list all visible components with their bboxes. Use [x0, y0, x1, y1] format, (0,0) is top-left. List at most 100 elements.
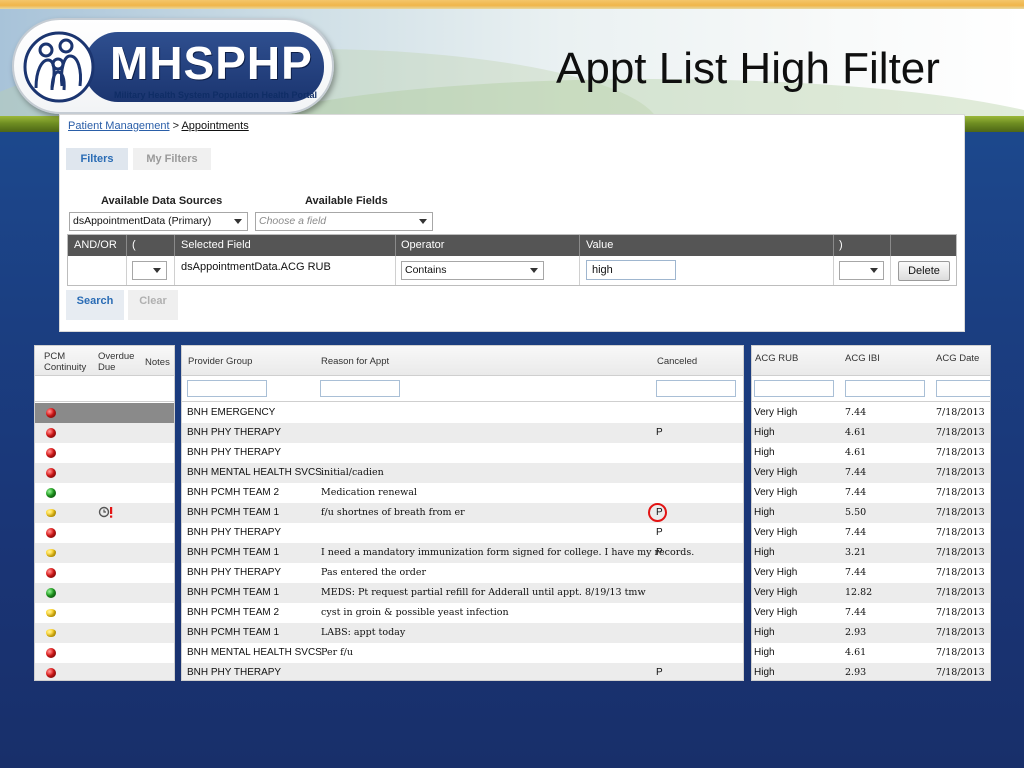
table-row[interactable]: High 2.93 7/18/2013 — [752, 663, 990, 680]
table-row[interactable]: BNH PCMH TEAM 2 cyst in groin & possible … — [182, 603, 743, 623]
header-canceled[interactable]: Canceled — [657, 356, 697, 367]
table-row[interactable]: BNH PCMH TEAM 2 Medication renewal — [182, 483, 743, 503]
chevron-down-icon — [530, 268, 538, 273]
field-select[interactable]: Choose a field — [255, 212, 433, 231]
pcm-continuity-green-icon — [46, 588, 56, 598]
table-row[interactable]: High 4.61 7/18/2013 — [752, 423, 990, 443]
table-row[interactable]: BNH PHY THERAPY Pas entered the order — [182, 563, 743, 583]
table-row[interactable]: BNH EMERGENCY — [182, 403, 743, 423]
header-acg-rub[interactable]: ACG RUB — [755, 353, 798, 364]
reason-cell: Per f/u — [321, 647, 353, 658]
table-row[interactable] — [35, 423, 174, 443]
table-row[interactable]: High 4.61 7/18/2013 — [752, 643, 990, 663]
table-row[interactable]: BNH PHY THERAPY P — [182, 423, 743, 443]
data-source-select[interactable]: dsAppointmentData (Primary) — [69, 212, 248, 231]
acg-ibi-cell: 7.44 — [845, 527, 867, 538]
clear-button[interactable]: Clear — [128, 290, 178, 320]
table-row[interactable]: Very High 7.44 7/18/2013 — [752, 563, 990, 583]
table-row[interactable]: BNH PCMH TEAM 1 MEDS: Pt request partial … — [182, 583, 743, 603]
header-overdue[interactable]: Overdue — [98, 351, 134, 362]
pcm-continuity-yellow-icon — [46, 509, 56, 517]
provider-group-cell: BNH PCMH TEAM 2 — [187, 487, 280, 498]
table-row[interactable] — [35, 523, 174, 543]
canceled-filter-input[interactable] — [656, 380, 736, 397]
table-row[interactable]: Very High 7.44 7/18/2013 — [752, 463, 990, 483]
header-pcm[interactable]: PCM — [44, 351, 65, 362]
operator-select[interactable]: Contains — [401, 261, 544, 280]
table-row[interactable]: BNH PCMH TEAM 1 f/u shortnes of breath fr… — [182, 503, 743, 523]
table-row[interactable]: BNH PHY THERAPY P — [182, 663, 743, 680]
table-row[interactable] — [35, 463, 174, 483]
acg-rub-cell: High — [754, 447, 775, 458]
breadcrumb-appointments[interactable]: Appointments — [181, 120, 248, 132]
search-button[interactable]: Search — [66, 290, 124, 320]
header-reason-for-appt[interactable]: Reason for Appt — [321, 356, 389, 367]
reason-cell: Pas entered the order — [321, 567, 427, 578]
breadcrumb-patient-management[interactable]: Patient Management — [68, 120, 170, 132]
header-acg-ibi[interactable]: ACG IBI — [845, 353, 880, 364]
clock-alert-icon[interactable] — [98, 505, 114, 519]
acg-rub-filter-input[interactable] — [754, 380, 834, 397]
table-row[interactable]: Very High 7.44 7/18/2013 — [752, 523, 990, 543]
status-grid: PCM Continuity Overdue Due Notes — [34, 345, 175, 681]
header-due[interactable]: Due — [98, 362, 115, 373]
available-data-sources-label: Available Data Sources — [101, 195, 223, 207]
pcm-continuity-red-icon — [46, 648, 56, 658]
acg-ibi-cell: 4.61 — [845, 427, 867, 438]
value-input[interactable] — [586, 260, 676, 280]
table-row[interactable]: Very High 7.44 7/18/2013 — [752, 603, 990, 623]
header-provider-group[interactable]: Provider Group — [188, 356, 252, 367]
table-row[interactable]: BNH PHY THERAPY P — [182, 523, 743, 543]
col-operator: Operator — [401, 239, 445, 251]
pcm-continuity-yellow-icon — [46, 609, 56, 617]
table-row[interactable]: BNH MENTAL HEALTH SVCS initial/cadien — [182, 463, 743, 483]
table-row[interactable] — [35, 443, 174, 463]
slide-title: Appt List High Filter — [556, 44, 940, 93]
table-row[interactable] — [35, 603, 174, 623]
table-row[interactable]: High 3.21 7/18/2013 — [752, 543, 990, 563]
table-row[interactable] — [35, 663, 174, 680]
table-row[interactable] — [35, 623, 174, 643]
acg-rub-cell: High — [754, 547, 775, 558]
table-row[interactable] — [35, 563, 174, 583]
table-row[interactable]: Very High 7.44 7/18/2013 — [752, 403, 990, 423]
acg-date-filter-input[interactable] — [936, 380, 990, 397]
reason-filter-input[interactable] — [320, 380, 400, 397]
table-row[interactable]: High 5.50 7/18/2013 — [752, 503, 990, 523]
header-continuity[interactable]: Continuity — [44, 362, 86, 373]
acg-rub-cell: Very High — [754, 567, 798, 578]
table-row[interactable]: BNH PCMH TEAM 1 I need a mandatory immuni… — [182, 543, 743, 563]
table-row[interactable]: BNH PHY THERAPY — [182, 443, 743, 463]
header-acg-date[interactable]: ACG Date — [936, 353, 979, 364]
available-fields-label: Available Fields — [305, 195, 388, 207]
table-row[interactable]: High 2.93 7/18/2013 — [752, 623, 990, 643]
table-row[interactable]: High 4.61 7/18/2013 — [752, 443, 990, 463]
provider-group-cell: BNH PHY THERAPY — [187, 447, 282, 458]
table-row[interactable] — [35, 503, 174, 523]
table-row[interactable] — [35, 583, 174, 603]
header-notes[interactable]: Notes — [145, 357, 170, 368]
top-accent-strip — [0, 0, 1024, 9]
provider-group-filter-input[interactable] — [187, 380, 267, 397]
table-row[interactable] — [35, 483, 174, 503]
reason-cell: Medication renewal — [321, 487, 417, 498]
acg-ibi-cell: 12.82 — [845, 587, 873, 598]
table-row[interactable]: BNH PCMH TEAM 1 LABS: appt today — [182, 623, 743, 643]
pcm-continuity-red-icon — [46, 408, 56, 418]
table-row[interactable]: Very High 7.44 7/18/2013 — [752, 483, 990, 503]
table-row[interactable] — [35, 543, 174, 563]
acg-ibi-filter-input[interactable] — [845, 380, 925, 397]
tab-my-filters[interactable]: My Filters — [133, 148, 211, 170]
table-row[interactable] — [35, 643, 174, 663]
table-row[interactable]: Very High 12.82 7/18/2013 — [752, 583, 990, 603]
table-row[interactable]: BNH MENTAL HEALTH SVCS Per f/u — [182, 643, 743, 663]
acg-date-cell: 7/18/2013 — [936, 607, 985, 618]
provider-group-cell: BNH PCMH TEAM 1 — [187, 507, 280, 518]
table-row[interactable] — [35, 403, 174, 423]
breadcrumb: Patient Management > Appointments — [68, 120, 249, 132]
open-paren-select[interactable] — [132, 261, 167, 280]
tab-filters[interactable]: Filters — [66, 148, 128, 170]
delete-criteria-button[interactable]: Delete — [898, 261, 950, 281]
close-paren-select[interactable] — [839, 261, 884, 280]
chevron-down-icon — [234, 219, 242, 224]
